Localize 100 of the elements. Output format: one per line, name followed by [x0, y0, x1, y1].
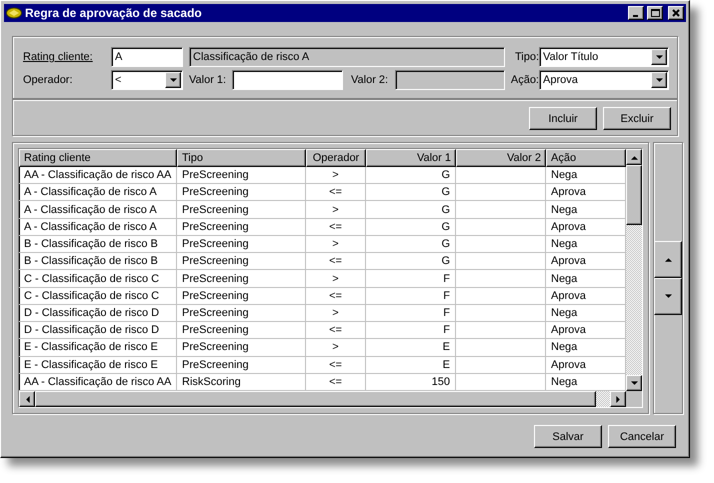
table-cell: >	[306, 339, 366, 356]
right-arrow-icon	[616, 396, 620, 402]
exclude-button[interactable]: Excluir	[603, 107, 671, 130]
table-cell: >	[306, 304, 366, 322]
rating-label[interactable]: Rating cliente:	[23, 51, 93, 63]
table-cell: A - Classificação de risco A	[19, 184, 177, 200]
table-cell: <=	[306, 288, 366, 304]
table-cell: >	[306, 270, 366, 287]
dropdown-button[interactable]	[651, 72, 667, 88]
maximize-button[interactable]	[647, 6, 663, 20]
dropdown-button[interactable]	[651, 49, 667, 65]
scroll-right-button[interactable]	[610, 391, 626, 407]
valor2-field[interactable]	[395, 70, 505, 90]
table-cell: <=	[306, 218, 366, 235]
table-cell: C - Classificação de risco C	[19, 288, 177, 304]
table-cell: >	[306, 236, 366, 252]
table-cell: F	[366, 288, 456, 304]
table-cell: PreScreening	[177, 322, 306, 338]
caret-icon	[656, 54, 662, 60]
caret-icon	[170, 78, 176, 82]
table-cell: F	[366, 270, 456, 287]
valor1-field[interactable]	[232, 70, 343, 90]
move-up-button[interactable]	[654, 241, 682, 278]
table-cell: G	[366, 167, 456, 184]
table-cell: D - Classificação de risco D	[19, 304, 177, 322]
table-cell: G	[366, 201, 456, 218]
table-cell: AA - Classificação de risco AA	[19, 167, 177, 184]
table-cell: D - Classificação de risco D	[19, 322, 177, 338]
table-cell: >	[306, 167, 366, 184]
table-cell: >	[306, 201, 366, 218]
table-cell: G	[366, 218, 456, 235]
table-cell: <=	[306, 184, 366, 200]
table-cell: PreScreening	[177, 288, 306, 304]
scrollbar-corner	[626, 391, 642, 407]
table-cell: E - Classificação de risco E	[19, 356, 177, 373]
close-button[interactable]	[668, 6, 684, 20]
table-cell: B - Classificação de risco B	[19, 236, 177, 252]
acao-label: Ação:	[510, 74, 539, 86]
scroll-down-button[interactable]	[626, 375, 642, 391]
table-cell: B - Classificação de risco B	[19, 253, 177, 270]
column-header[interactable]: Valor 2	[456, 149, 546, 167]
column-header[interactable]: Operador	[306, 149, 366, 167]
table-cell: PreScreening	[177, 356, 306, 373]
down-arrow-icon	[664, 294, 672, 299]
left-arrow-icon	[24, 396, 30, 402]
table-cell: PreScreening	[177, 270, 306, 287]
column-header[interactable]: Ação	[546, 149, 626, 167]
table-cell: PreScreening	[177, 218, 306, 235]
rating-field[interactable]: A	[111, 47, 183, 67]
table-cell: <=	[306, 374, 366, 390]
table-cell: <=	[306, 356, 366, 373]
table-cell: PreScreening	[177, 201, 306, 218]
table-cell: AA - Classificação de risco AA	[19, 374, 177, 390]
table-cell: E - Classificação de risco E	[19, 339, 177, 356]
column-header[interactable]: Tipo	[177, 149, 306, 167]
table-cell: PreScreening	[177, 304, 306, 322]
tipo-label: Tipo:	[514, 51, 539, 63]
valor2-label: Valor 2:	[351, 74, 388, 86]
vertical-scrollbar[interactable]	[626, 149, 642, 391]
table-cell: PreScreening	[177, 184, 306, 200]
table-cell: C - Classificação de risco C	[19, 270, 177, 287]
table-cell: A - Classificação de risco A	[19, 218, 177, 235]
save-button[interactable]: Salvar	[534, 425, 602, 448]
up-arrow-icon	[664, 257, 672, 262]
dropdown-button[interactable]	[165, 72, 181, 88]
scroll-left-button[interactable]	[19, 391, 35, 407]
tipo-dropdown[interactable]: Valor Título	[539, 47, 669, 67]
table-cell: E	[366, 356, 456, 373]
minimize-button[interactable]	[628, 6, 644, 20]
table-cell: G	[366, 236, 456, 252]
operador-label: Operador:	[23, 74, 73, 86]
include-button[interactable]: Incluir	[529, 107, 597, 130]
down-arrow-icon	[630, 380, 638, 386]
scroll-up-button[interactable]	[626, 149, 642, 165]
acao-dropdown[interactable]: Aprova	[539, 70, 669, 90]
table-cell: <=	[306, 253, 366, 270]
horizontal-scrollbar[interactable]	[19, 391, 642, 407]
table-cell: RiskScoring	[177, 374, 306, 390]
window-title: Regra de aprovação de sacado	[25, 6, 203, 20]
valor1-label: Valor 1:	[189, 74, 226, 86]
table-cell: 150	[366, 374, 456, 390]
table-cell: A - Classificação de risco A	[19, 201, 177, 218]
up-arrow-icon	[630, 154, 638, 160]
cancel-button[interactable]: Cancelar	[608, 425, 676, 448]
table-cell: PreScreening	[177, 236, 306, 252]
description-field[interactable]: Classificação de risco A	[189, 47, 505, 67]
column-header[interactable]: Valor 1	[366, 149, 456, 167]
table-cell: PreScreening	[177, 167, 306, 184]
column-header[interactable]: Rating cliente	[19, 149, 177, 167]
table-cell: E	[366, 339, 456, 356]
operador-dropdown[interactable]: <	[111, 70, 183, 90]
table-cell: F	[366, 304, 456, 322]
table-cell: PreScreening	[177, 253, 306, 270]
table-cell: G	[366, 184, 456, 200]
caret-icon	[656, 78, 662, 82]
move-down-button[interactable]	[654, 278, 682, 315]
maximize-icon	[650, 9, 660, 17]
table-cell: G	[366, 253, 456, 270]
table-cell: PreScreening	[177, 339, 306, 356]
table-cell: F	[366, 322, 456, 338]
